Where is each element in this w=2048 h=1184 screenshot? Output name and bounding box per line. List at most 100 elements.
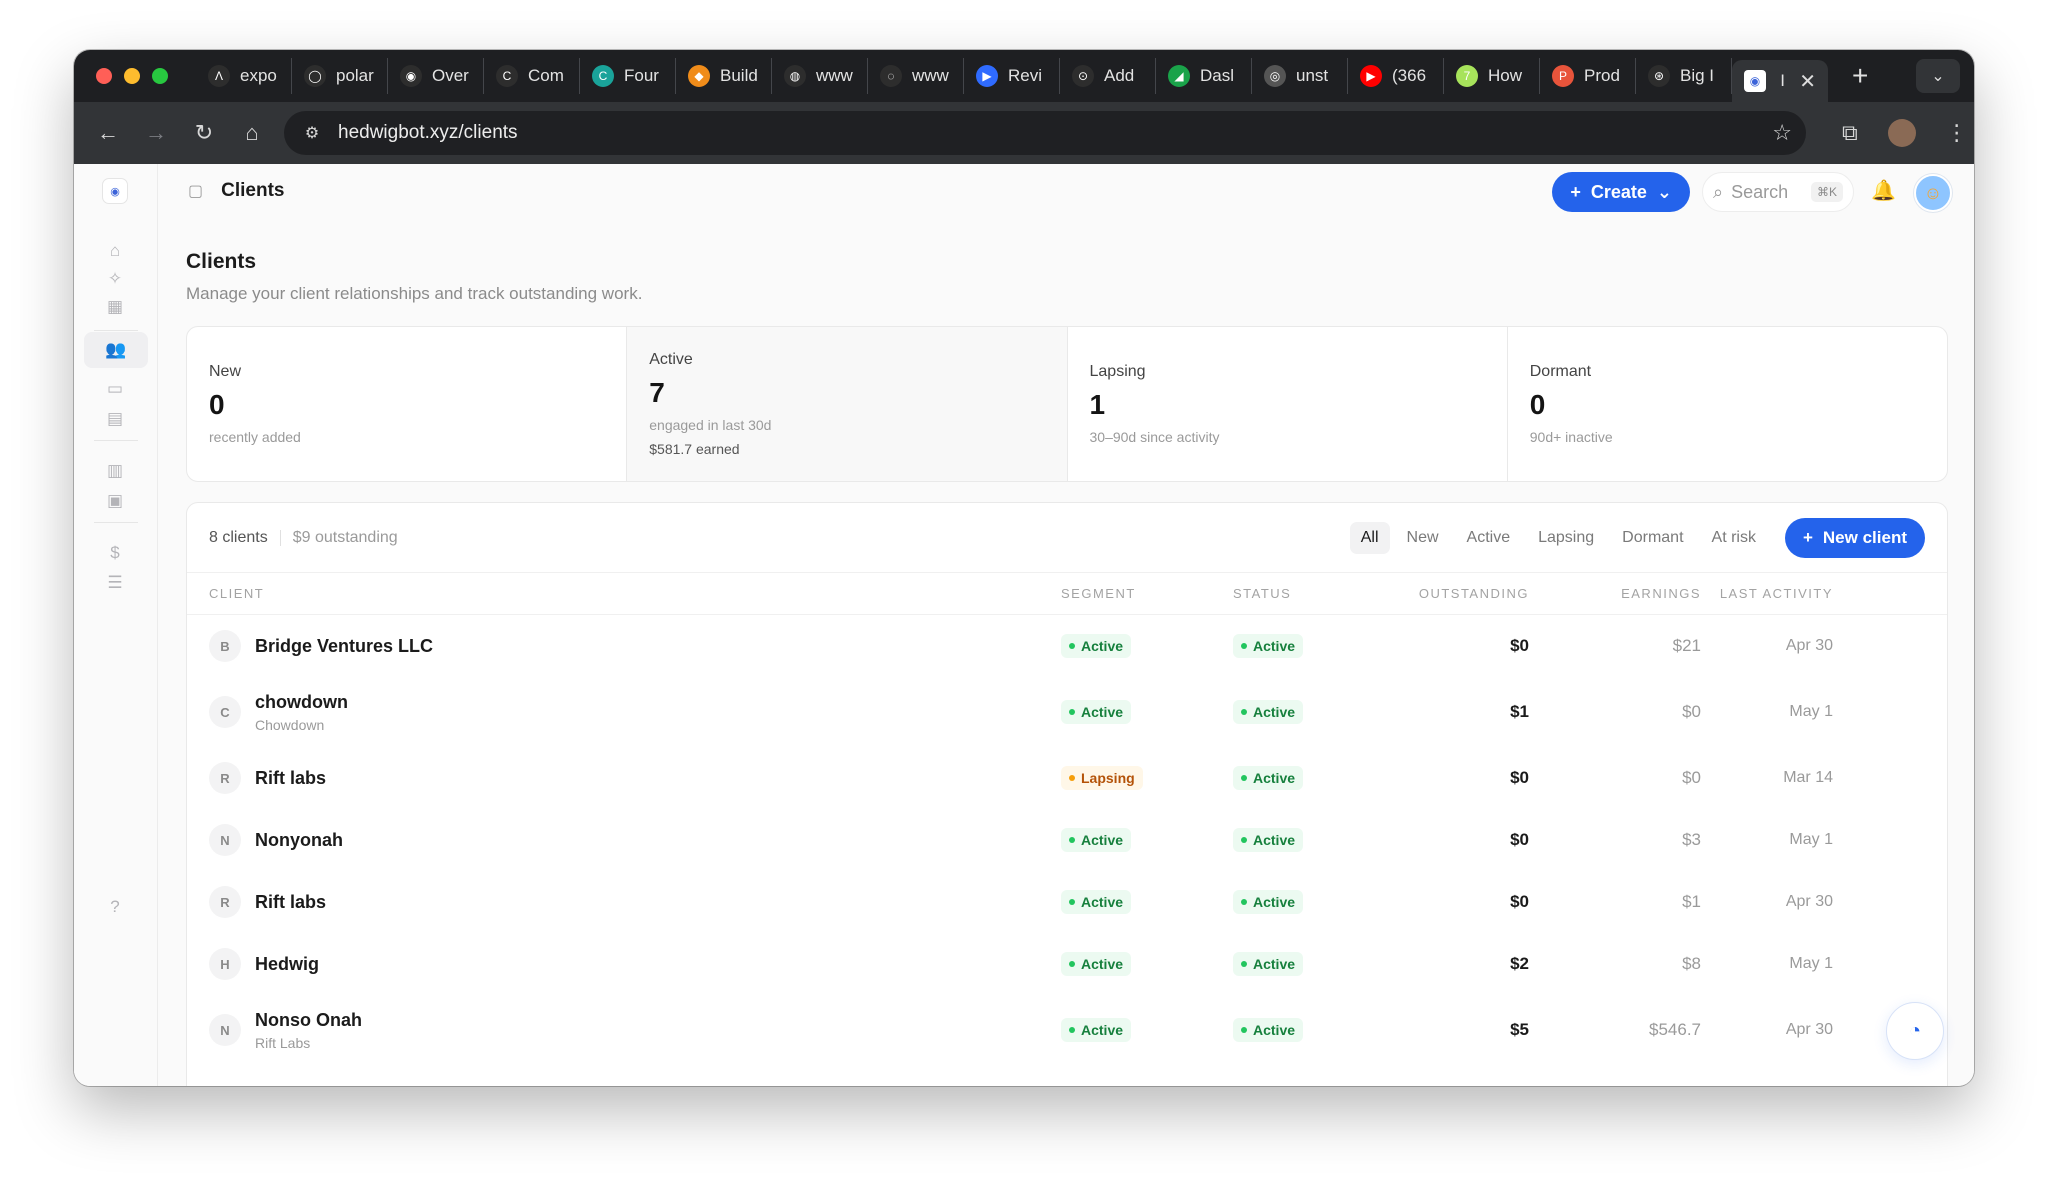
table-row[interactable]: B Bridge Ventures LLC Active Active $0 $21 Apr… [187,615,1947,677]
status-cell: Active [1233,828,1401,852]
browser-tab[interactable]: C Four [580,58,676,94]
clipboard-icon[interactable]: ▣ [100,486,130,516]
forward-button[interactable]: → [132,113,180,153]
stat-extra: $581.7 earned [649,441,740,457]
minimize-window-button[interactable] [124,68,140,84]
table-row[interactable]: H Hedwig Active Active $2 $8 May 1 [187,933,1947,995]
filter-at-risk[interactable]: At risk [1701,522,1767,554]
table-row[interactable]: N Nonso Onah Rift Labs Active Active $5 $546.7… [187,995,1947,1065]
dollar-icon[interactable]: $ [100,538,130,568]
table-row[interactable]: Cchowdown Chowdown Active Active $1 $0 May 1 [187,677,1947,747]
browser-tab[interactable]: ⊛ Big I [1636,58,1732,94]
browser-tab[interactable]: ◎ unst [1252,58,1348,94]
browser-tab[interactable]: ▶ Revi [964,58,1060,94]
browser-menu-icon[interactable]: ⋮ [1946,120,1968,146]
column-last-activity[interactable]: LAST ACTIVITY [1701,586,1833,601]
site-settings-icon[interactable]: ⚙ [298,119,326,147]
tab-search-button[interactable]: ⌄ [1916,59,1960,93]
home-button[interactable]: ⌂ [228,113,276,153]
browser-tab[interactable]: ◉ Over [388,58,484,94]
browser-tab[interactable]: ▶ (366 [1348,58,1444,94]
tab-label: www [816,66,853,85]
close-window-button[interactable] [96,68,112,84]
status-dot-icon [1069,709,1075,715]
segment-label: Active [1081,704,1124,720]
column-segment[interactable]: SEGMENT [1061,586,1233,601]
outstanding-cell: $0 [1401,892,1529,912]
maximize-window-button[interactable] [152,68,168,84]
filter-all[interactable]: All [1349,521,1390,554]
table-row[interactable]: R Rift labs Lapsing Active $0 $0 Mar 14 [187,747,1947,809]
chart-icon[interactable]: ▥ [100,456,130,486]
segment-cell: Active [1061,1018,1233,1042]
browser-tab[interactable]: Λexpo [196,58,292,94]
table-row[interactable]: R Rift labs Active Active $0 $1 Apr 30 [187,871,1947,933]
client-name[interactable]: Rift labs [255,892,326,913]
column-status[interactable]: STATUS [1233,586,1401,601]
new-client-button[interactable]: + New client [1784,517,1925,558]
home-icon[interactable]: ⌂ [100,236,130,266]
calendar-icon[interactable]: ▦ [100,292,130,322]
filter-dormant[interactable]: Dormant [1611,522,1694,554]
filter-lapsing[interactable]: Lapsing [1527,522,1605,554]
reload-button[interactable]: ↻ [180,113,228,153]
url-text[interactable]: hedwigbot.xyz/clients [338,122,1772,144]
new-tab-button[interactable]: + [1852,60,1868,92]
address-bar[interactable]: ⚙ hedwigbot.xyz/clients ☆ [284,111,1806,155]
browser-tab[interactable]: ◢ Dasl [1156,58,1252,94]
column-earnings[interactable]: EARNINGS [1529,586,1701,601]
client-name[interactable]: chowdown [255,692,348,713]
client-name[interactable]: Bridge Ventures LLC [255,636,433,657]
table-body: B Bridge Ventures LLC Active Active $0 $21 Apr… [187,615,1947,1065]
stat-card-active[interactable]: Active 7 engaged in last 30d $581.7 earned [627,327,1068,481]
card-icon[interactable]: ▤ [100,404,130,434]
browser-tab[interactable]: ◯ polar [292,58,388,94]
client-name[interactable]: Rift labs [255,768,326,789]
stat-card-lapsing[interactable]: Lapsing 1 30–90d since activity [1068,327,1508,481]
browser-tab[interactable]: ⊙ Add [1060,58,1156,94]
table-row[interactable]: N Nonyonah Active Active $0 $3 May 1 [187,809,1947,871]
reload-icon: ↻ [194,120,214,145]
browser-tab[interactable]: P Prod [1540,58,1636,94]
sparkle-icon[interactable]: ✧ [100,264,130,294]
browser-tab[interactable]: ◌ www [868,58,964,94]
segment-label: Active [1081,956,1124,972]
assistant-button[interactable]: ◔ [1886,1002,1944,1060]
app-logo[interactable]: ◉ [102,178,128,204]
tab-label: Com [528,66,564,85]
client-initial-avatar: N [209,824,241,856]
extensions-icon[interactable]: ⧉ [1842,120,1858,146]
browser-tab[interactable]: ◍ www [772,58,868,94]
help-icon[interactable]: ? [100,892,130,922]
column-outstanding[interactable]: OUTSTANDING [1401,586,1529,601]
client-name[interactable]: Nonso Onah [255,1010,362,1031]
column-client[interactable]: CLIENT [209,586,1061,601]
profile-avatar[interactable] [1887,119,1916,147]
filter-active[interactable]: Active [1456,522,1522,554]
search-shortcut: ⌘K [1810,182,1843,202]
client-name[interactable]: Hedwig [255,954,319,975]
tab-favicon-icon: ◢ [1168,65,1190,87]
browser-tab[interactable]: ◆ Build [676,58,772,94]
search-input[interactable]: ⌕ Search ⌘K [1702,172,1854,212]
last-activity-value: May 1 [1789,703,1833,720]
close-tab-icon[interactable]: ✕ [1799,69,1816,94]
folder-icon[interactable]: ▭ [100,374,130,404]
stat-card-new[interactable]: New 0 recently added [187,327,628,481]
filter-new[interactable]: New [1396,522,1450,554]
stat-card-dormant[interactable]: Dormant 0 90d+ inactive [1508,327,1947,481]
browser-tab[interactable]: 7 How [1444,58,1540,94]
user-avatar[interactable]: ☺ [1914,174,1952,212]
toggle-sidebar-icon[interactable]: ▢ [188,181,203,201]
notifications-bell-icon[interactable]: 🔔 [1871,178,1896,203]
browser-tab-active[interactable]: ◉ I ✕ [1732,60,1828,102]
sliders-icon[interactable]: ☰ [100,568,130,598]
window-controls [96,68,168,84]
back-button[interactable]: ← [84,113,132,153]
create-button[interactable]: + Create ⌄ [1552,172,1690,212]
users-icon[interactable]: 👥 [84,332,148,368]
browser-tab[interactable]: C Com [484,58,580,94]
bookmark-star-icon[interactable]: ☆ [1772,120,1792,146]
client-name[interactable]: Nonyonah [255,830,343,851]
last-activity-value: May 1 [1789,831,1833,848]
